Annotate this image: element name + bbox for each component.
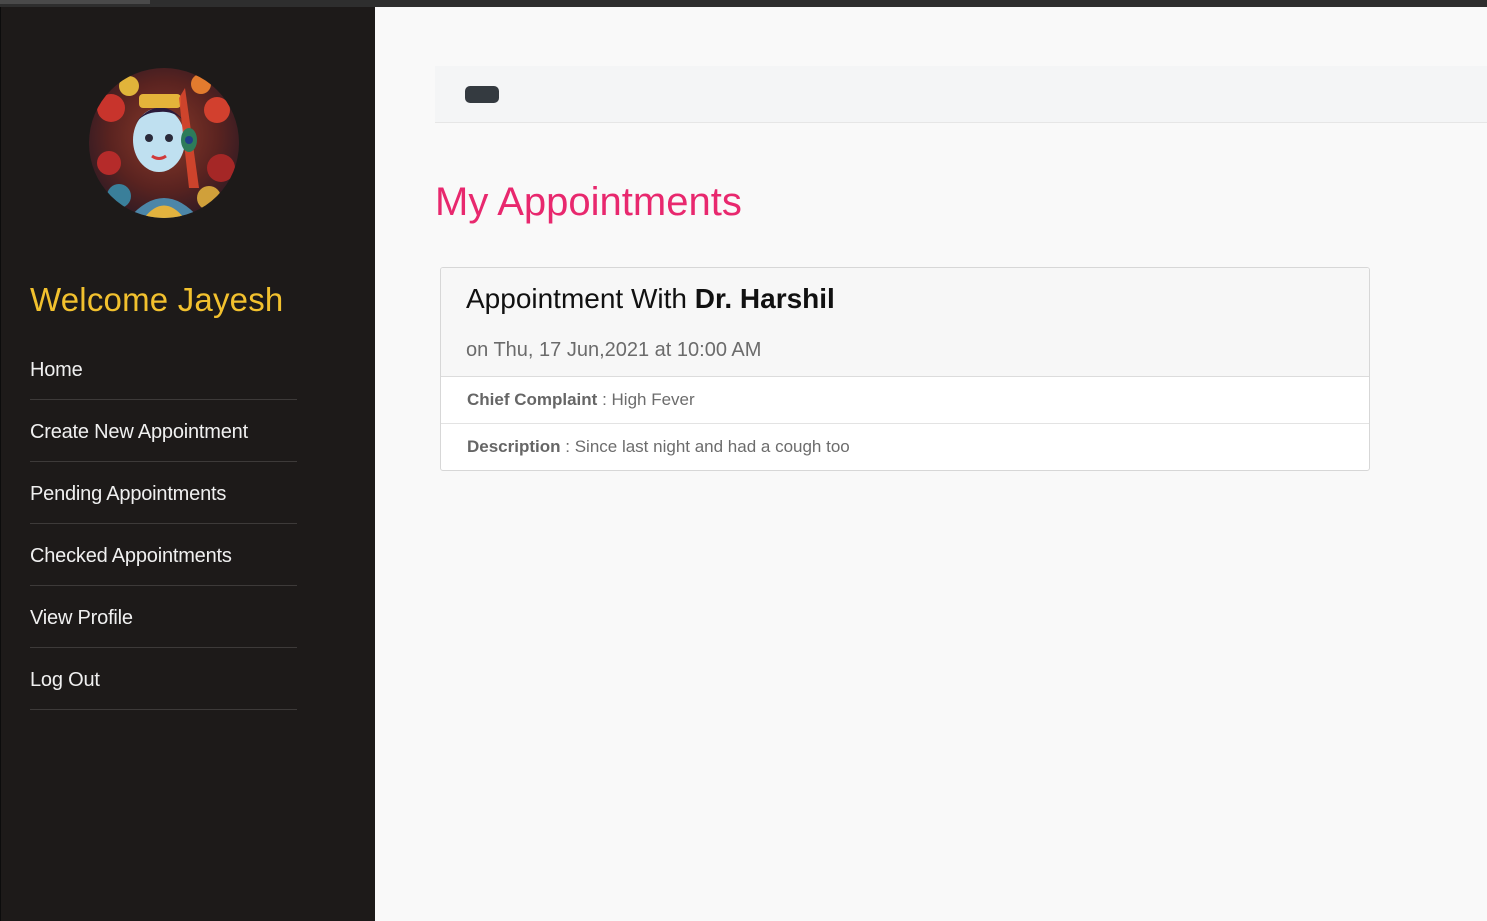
doctor-name: Dr. Harshil xyxy=(694,283,835,314)
browser-top-bar xyxy=(0,0,1487,7)
menu-toggle-icon[interactable] xyxy=(465,86,499,103)
appointment-title-prefix: Appointment With xyxy=(466,283,695,314)
description-label: Description xyxy=(467,437,561,456)
sidebar-item-view-profile: View Profile xyxy=(30,586,297,648)
welcome-heading: Welcome Jayesh xyxy=(30,281,284,318)
chief-complaint-separator: : xyxy=(597,390,612,409)
top-navbar xyxy=(435,66,1487,123)
sidebar-item-log-out: Log Out xyxy=(30,648,297,710)
sidebar-item-pending-appointments: Pending Appointments xyxy=(30,462,297,524)
avatar-image xyxy=(89,68,239,218)
sidebar-link-pending-appointments[interactable]: Pending Appointments xyxy=(30,462,297,504)
appointment-card: Appointment With Dr. Harshil on Thu, 17 … xyxy=(440,267,1370,471)
chief-complaint-label: Chief Complaint xyxy=(467,390,598,409)
sidebar-link-home[interactable]: Home xyxy=(30,338,297,380)
sidebar-item-home: Home xyxy=(30,338,297,400)
sidebar-link-create-new-appointment[interactable]: Create New Appointment xyxy=(30,400,297,442)
page-title: My Appointments xyxy=(435,180,742,224)
sidebar: Welcome Jayesh Home Create New Appointme… xyxy=(0,7,375,921)
appointment-datetime: on Thu, 17 Jun,2021 at 10:00 AM xyxy=(466,339,762,361)
sidebar-item-checked-appointments: Checked Appointments xyxy=(30,524,297,586)
description-value: Since last night and had a cough too xyxy=(574,437,850,456)
sidebar-item-create-new-appointment: Create New Appointment xyxy=(30,400,297,462)
chief-complaint-value: High Fever xyxy=(611,390,695,409)
description-row: Description : Since last night and had a… xyxy=(441,424,1369,470)
sidebar-nav: Home Create New Appointment Pending Appo… xyxy=(30,338,297,710)
avatar xyxy=(89,68,239,218)
sidebar-link-log-out[interactable]: Log Out xyxy=(30,648,297,690)
description-separator: : xyxy=(560,437,575,456)
sidebar-link-checked-appointments[interactable]: Checked Appointments xyxy=(30,524,297,566)
browser-tab-strip xyxy=(0,0,150,4)
appointment-card-header: Appointment With Dr. Harshil on Thu, 17 … xyxy=(441,268,1369,377)
chief-complaint-row: Chief Complaint : High Fever xyxy=(441,377,1369,424)
sidebar-link-view-profile[interactable]: View Profile xyxy=(30,586,297,628)
appointment-title: Appointment With Dr. Harshil xyxy=(466,283,835,315)
